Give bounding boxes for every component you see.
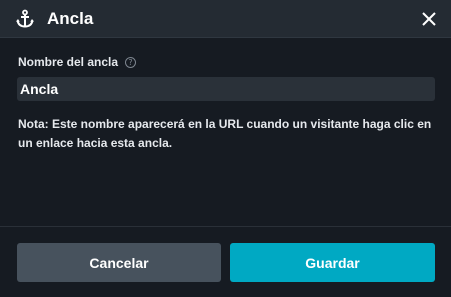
- anchor-name-input[interactable]: [17, 77, 435, 101]
- anchor-name-label: Nombre del ancla: [18, 55, 119, 69]
- anchor-note: Nota: Este nombre aparecerá en la URL cu…: [18, 117, 432, 150]
- cancel-button[interactable]: Cancelar: [17, 243, 221, 282]
- anchor-dialog: Ancla Nombre del ancla ? Nota: Este nomb…: [0, 0, 451, 297]
- footer-divider: [0, 226, 451, 227]
- dialog-header: Ancla: [0, 0, 451, 38]
- anchor-icon: [16, 9, 34, 28]
- save-button[interactable]: Guardar: [230, 243, 435, 282]
- help-icon[interactable]: ?: [125, 56, 137, 68]
- close-icon[interactable]: [419, 9, 439, 29]
- dialog-title: Ancla: [47, 9, 94, 28]
- field-label-row: Nombre del ancla ?: [18, 55, 137, 69]
